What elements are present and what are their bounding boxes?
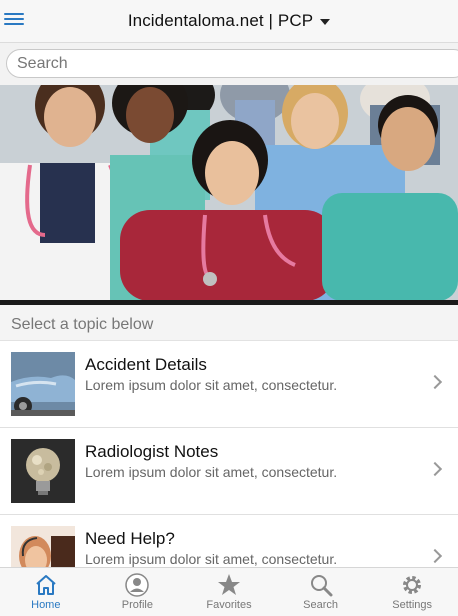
tab-profile[interactable]: Profile — [92, 568, 184, 616]
gear-icon — [403, 576, 422, 594]
tab-label: Profile — [121, 599, 153, 611]
hero-banner-image — [0, 85, 458, 301]
topic-item-radiologist-notes[interactable]: Radiologist Notes Lorem ipsum dolor sit … — [0, 428, 458, 515]
topic-description: Lorem ipsum dolor sit amet, consectetur. — [85, 464, 338, 480]
section-header: Select a topic below — [0, 305, 458, 341]
topic-title: Radiologist Notes — [85, 442, 219, 461]
chevron-right-icon — [427, 374, 443, 390]
topic-description: Lorem ipsum dolor sit amet, consectetur. — [85, 551, 338, 567]
app-title: Incidentaloma.net | PCP — [127, 11, 314, 30]
tab-label: Search — [303, 599, 338, 611]
hamburger-menu-icon[interactable] — [4, 11, 24, 31]
tab-home[interactable]: Home — [0, 568, 92, 616]
car-thumbnail — [11, 352, 75, 416]
search-input[interactable] — [6, 49, 458, 78]
chevron-right-icon — [427, 461, 443, 477]
search-bar — [0, 43, 458, 85]
tab-label: Favorites — [206, 599, 252, 611]
tab-label: Home — [31, 599, 61, 611]
tab-favorites[interactable]: Favorites — [183, 568, 275, 616]
caret-down-icon — [320, 19, 331, 25]
tab-search[interactable]: Search — [275, 568, 367, 616]
profile-icon — [125, 573, 150, 597]
medical-staff-illustration — [0, 85, 458, 301]
topic-item-accident-details[interactable]: Accident Details Lorem ipsum dolor sit a… — [0, 341, 458, 428]
topic-title: Accident Details — [85, 355, 207, 374]
top-header: Incidentaloma.net | PCP — [0, 0, 458, 43]
home-icon — [36, 575, 56, 595]
topic-description: Lorem ipsum dolor sit amet, consectetur. — [85, 377, 338, 393]
bottom-tab-bar: Home Profile Favorites Search Settings — [0, 567, 458, 616]
tab-settings[interactable]: Settings — [366, 568, 458, 616]
tab-label: Settings — [392, 599, 433, 611]
chevron-right-icon — [427, 548, 443, 564]
app-title-dropdown[interactable]: Incidentaloma.net | PCP — [127, 11, 331, 31]
star-icon — [217, 574, 240, 595]
lightbulb-thumbnail — [11, 439, 75, 503]
search-icon — [310, 575, 333, 597]
topic-title: Need Help? — [85, 529, 175, 548]
